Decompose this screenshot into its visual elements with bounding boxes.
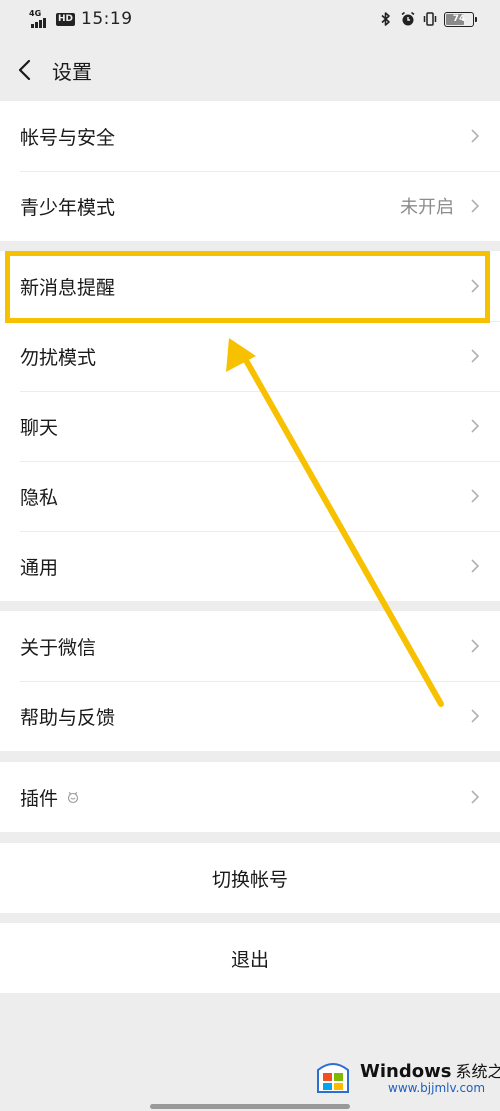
row-teen-mode[interactable]: 青少年模式 未开启 — [0, 171, 500, 241]
highlight-box — [5, 251, 490, 323]
row-label: 关于微信 — [20, 636, 97, 659]
status-right: 74 — [378, 11, 477, 27]
switch-account-button[interactable]: 切换帐号 — [0, 843, 500, 913]
battery-icon: 74 — [444, 11, 477, 27]
chevron-left-icon[interactable] — [14, 58, 38, 82]
status-left: 4G HD 15:19 — [28, 9, 133, 29]
status-time: 15:19 — [81, 9, 133, 29]
watermark-brand: Windows — [360, 1061, 452, 1082]
chevron-right-icon — [471, 129, 480, 143]
alarm-icon — [401, 11, 415, 26]
chevron-right-icon — [471, 790, 480, 804]
switch-account-group: 切换帐号 — [0, 843, 500, 913]
row-label: 勿扰模式 — [20, 346, 97, 369]
row-about-wechat[interactable]: 关于微信 — [0, 611, 500, 681]
logout-button[interactable]: 退出 — [0, 923, 500, 993]
chevron-right-icon — [471, 639, 480, 653]
bluetooth-icon — [381, 12, 390, 26]
row-privacy[interactable]: 隐私 — [0, 461, 500, 531]
page-title: 设置 — [52, 59, 92, 84]
row-label: 通用 — [20, 556, 59, 579]
chevron-right-icon — [471, 199, 480, 213]
chevron-right-icon — [471, 559, 480, 573]
row-label: 聊天 — [20, 416, 59, 439]
plugins-group: 插件 — [0, 762, 500, 832]
teen-mode-status: 未开启 — [400, 197, 454, 218]
row-general[interactable]: 通用 — [0, 531, 500, 601]
chevron-right-icon — [471, 419, 480, 433]
button-label: 切换帐号 — [211, 868, 288, 891]
watermark-title: Windows系统之家 — [360, 1058, 500, 1082]
chevron-right-icon — [471, 709, 480, 723]
row-help-feedback[interactable]: 帮助与反馈 — [0, 681, 500, 751]
battery-level: 74 — [452, 14, 466, 24]
row-label: 隐私 — [20, 486, 59, 509]
home-indicator[interactable] — [150, 1104, 350, 1109]
account-group: 帐号与安全 青少年模式 未开启 — [0, 101, 500, 241]
button-label: 退出 — [230, 948, 269, 971]
watermark-cn: 系统之家 — [455, 1062, 500, 1081]
row-chat[interactable]: 聊天 — [0, 391, 500, 461]
row-do-not-disturb[interactable]: 勿扰模式 — [0, 321, 500, 391]
windows-logo-icon — [317, 1063, 349, 1093]
settings-page: 4G HD 15:19 74 设置 帐号与安全 青少年模式 未开启 新消息提醒 … — [0, 0, 500, 1111]
hd-badge: HD — [56, 12, 76, 26]
watermark: Windows系统之家 www.bjjmlv.com — [308, 1050, 500, 1102]
watermark-url: www.bjjmlv.com — [388, 1081, 486, 1095]
status-bar: 4G HD 15:19 74 — [0, 0, 500, 40]
logout-group: 退出 — [0, 923, 500, 993]
row-account-security[interactable]: 帐号与安全 — [0, 101, 500, 171]
chevron-right-icon — [471, 349, 480, 363]
row-label: 帮助与反馈 — [20, 706, 116, 729]
nav-bar: 设置 — [0, 40, 500, 100]
plugin-badge-icon — [67, 792, 79, 804]
chevron-right-icon — [471, 489, 480, 503]
row-label: 帐号与安全 — [20, 126, 116, 149]
about-group: 关于微信 帮助与反馈 — [0, 611, 500, 751]
row-plugins[interactable]: 插件 — [0, 762, 500, 832]
network-type: 4G — [29, 9, 42, 18]
row-label: 插件 — [20, 787, 59, 810]
signal-icon: 4G — [28, 9, 50, 29]
vibrate-icon — [423, 12, 437, 26]
row-label: 青少年模式 — [20, 196, 116, 219]
